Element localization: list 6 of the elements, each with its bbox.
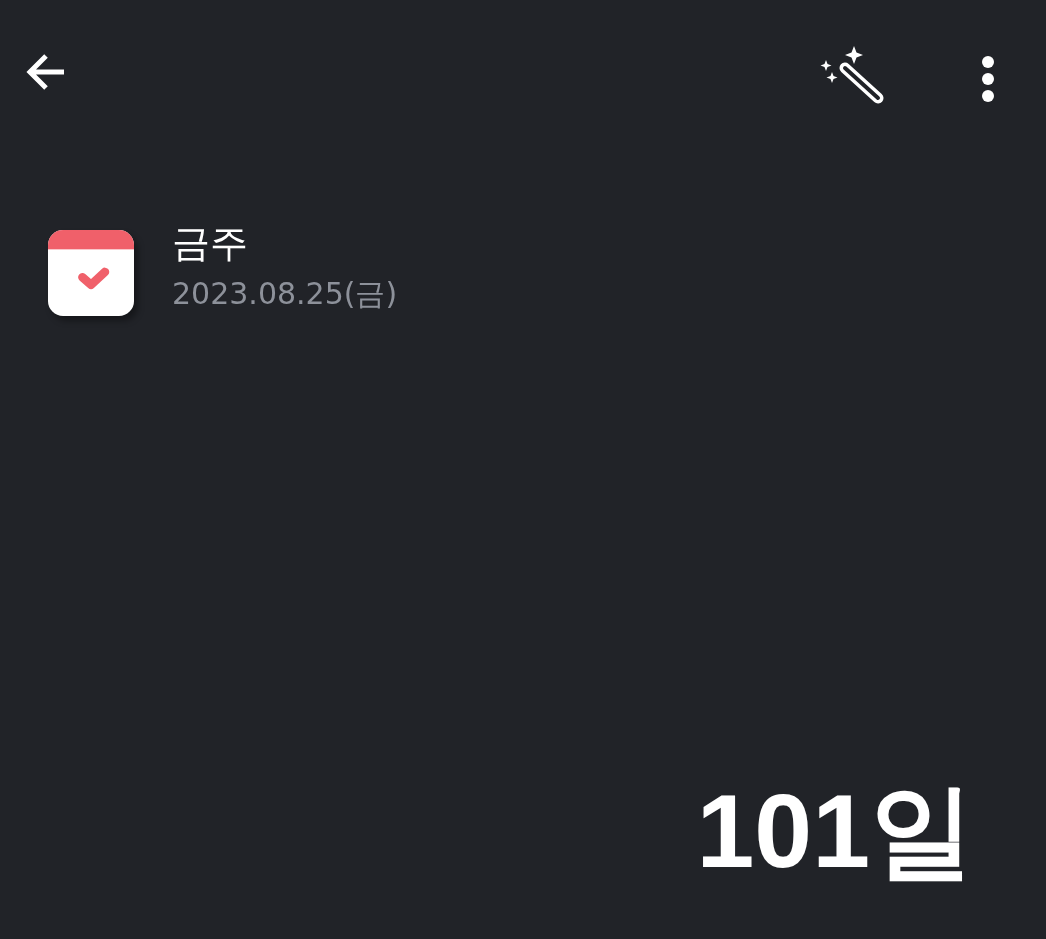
event-date: 2023.08.25(금) bbox=[172, 275, 398, 313]
day-counter: 101일 bbox=[696, 772, 974, 891]
event-title: 금주 bbox=[172, 220, 249, 267]
calendar-check-icon bbox=[48, 230, 134, 316]
more-options-button[interactable] bbox=[980, 54, 996, 104]
more-options-icon bbox=[980, 54, 996, 104]
